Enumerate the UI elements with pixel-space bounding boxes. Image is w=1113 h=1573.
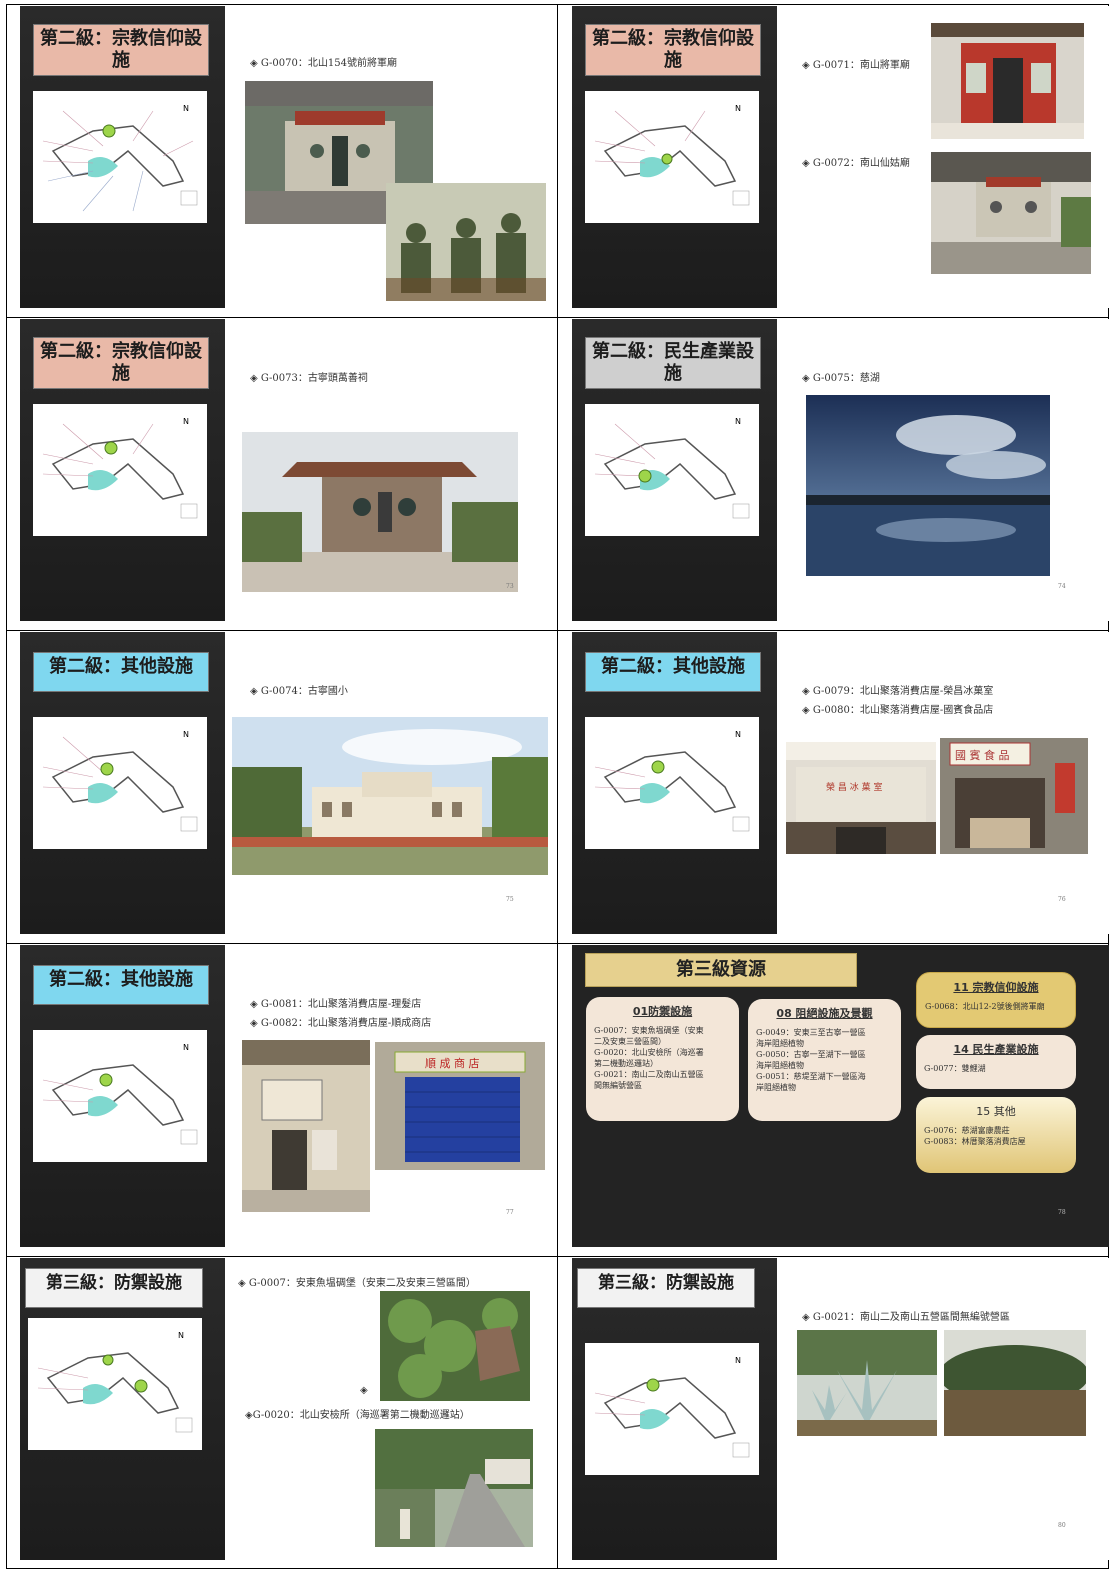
slide-8-summary: 第三級資源 01防禦設施 G-0007：安東魚塭碉堡（安東 二及安東三營區間） … bbox=[572, 945, 1109, 1247]
slide-9: 第三級：防禦設施 N ◈ G-0007：安東魚塭碉堡（安東二及安東三營區間） ◈… bbox=[20, 1258, 557, 1560]
slide-6: 第二級：其他設施 N ◈ G-0079：北山聚落消費店屋-榮昌冰菓室 ◈ G-0… bbox=[572, 632, 1109, 934]
card-body: G-0068：北山12-2號後側將軍廟 bbox=[925, 1002, 1045, 1011]
card-title: 08 阻絕設施及景觀 bbox=[776, 1007, 873, 1020]
svg-text:N: N bbox=[183, 104, 189, 113]
slide-5: 第二級：其他設施 N ◈ G-0074：古寧國小 75 bbox=[20, 632, 557, 934]
card-title: 01防禦設施 bbox=[632, 1005, 693, 1018]
caption: ◈ G-0070：北山154號前將軍廟 bbox=[250, 58, 397, 69]
slide-title: 第二級：民生產業設施 bbox=[585, 337, 761, 389]
photo-woods bbox=[944, 1330, 1086, 1436]
slide-2: 第二級：宗教信仰設施 N ◈ G-0071：南山將軍廟 ◈ G-0072：南山仙… bbox=[572, 6, 1109, 308]
photo-road bbox=[375, 1429, 533, 1547]
caption: ◈ G-0080：北山聚落消費店屋-國賓食品店 bbox=[802, 705, 994, 716]
photo-statues bbox=[386, 183, 546, 301]
svg-text:N: N bbox=[183, 1043, 189, 1052]
page-number: 77 bbox=[506, 1209, 514, 1216]
card-other: 15 其他 G-0076：慈湖富康農莊 G-0083：林厝聚落消費店屋 bbox=[916, 1097, 1076, 1173]
slide-title: 第二級：宗教信仰設施 bbox=[33, 337, 209, 389]
photo-lake bbox=[806, 395, 1050, 576]
card-livelihood: 14 民生產業設施 G-0077：雙鯉湖 bbox=[916, 1035, 1076, 1089]
caption: ◈ G-0073：古寧頭萬善祠 bbox=[250, 373, 368, 384]
slide-title: 第二級：宗教信仰設施 bbox=[33, 24, 209, 76]
slide-title: 第三級：防禦設施 bbox=[25, 1268, 203, 1308]
page-number: 75 bbox=[506, 896, 514, 903]
caption: ◈ G-0071：南山將軍廟 bbox=[802, 60, 910, 71]
slide-10: 第三級：防禦設施 N ◈ G-0021：南山二及南山五營區間無編號營區 80 bbox=[572, 1258, 1109, 1560]
location-map: N bbox=[33, 1030, 207, 1162]
page-number: 78 bbox=[1058, 1209, 1066, 1216]
photo-school bbox=[232, 717, 548, 875]
location-map: N bbox=[28, 1318, 202, 1450]
slide-7: 第二級：其他設施 N ◈ G-0081：北山聚落消費店屋-理髮店 ◈ G-008… bbox=[20, 945, 557, 1247]
caption: ◈ G-0007：安東魚塭碉堡（安東二及安東三營區間） bbox=[238, 1278, 476, 1289]
page-number: 73 bbox=[506, 583, 514, 590]
location-map: N bbox=[33, 404, 207, 536]
svg-text:N: N bbox=[178, 1331, 184, 1340]
photo-shop: 國 賓 食 品 bbox=[940, 738, 1088, 854]
card-body: G-0077：雙鯉湖 bbox=[924, 1064, 986, 1073]
photo-barbershop bbox=[242, 1040, 370, 1212]
caption: ◈ bbox=[360, 1385, 368, 1396]
slide-4: 第二級：民生產業設施 N ◈ G-0075：慈湖 74 bbox=[572, 319, 1109, 621]
card-body: G-0007：安東魚塭碉堡（安東 二及安東三營區間） G-0020：北山安檢所（… bbox=[594, 1026, 704, 1090]
location-map: N bbox=[585, 404, 759, 536]
svg-text:N: N bbox=[735, 1356, 741, 1365]
photo-shop: 榮 昌 冰 菓 室 bbox=[786, 742, 936, 854]
page-number: 76 bbox=[1058, 896, 1066, 903]
card-body: G-0076：慈湖富康農莊 G-0083：林厝聚落消費店屋 bbox=[924, 1126, 1026, 1146]
slide-3: 第二級：宗教信仰設施 N ◈ G-0073：古寧頭萬善祠 73 bbox=[20, 319, 557, 621]
svg-text:N: N bbox=[735, 730, 741, 739]
card-title: 14 民生產業設施 bbox=[953, 1043, 1039, 1056]
grid-line-left bbox=[6, 4, 7, 1569]
location-map: N bbox=[33, 91, 207, 223]
location-map: N bbox=[585, 1343, 759, 1475]
caption: ◈ G-0074：古寧國小 bbox=[250, 686, 348, 697]
photo-temple bbox=[931, 23, 1084, 139]
card-religious: 11 宗教信仰設施 G-0068：北山12-2號後側將軍廟 bbox=[916, 972, 1076, 1028]
card-defense: 01防禦設施 G-0007：安東魚塭碉堡（安東 二及安東三營區間） G-0020… bbox=[586, 997, 739, 1121]
photo-bunker bbox=[380, 1291, 530, 1401]
page-number: 74 bbox=[1058, 583, 1066, 590]
location-map: N bbox=[585, 91, 759, 223]
grid-line-middle bbox=[557, 4, 558, 1569]
svg-text:順 成 商 店: 順 成 商 店 bbox=[425, 1056, 480, 1070]
photo-store: 順 成 商 店 bbox=[375, 1042, 545, 1170]
photo-temple bbox=[931, 152, 1091, 274]
card-title: 15 其他 bbox=[976, 1105, 1016, 1118]
card-barrier: 08 阻絕設施及景觀 G-0049：安東三至古寧一營區 海岸阻絕植物 G-005… bbox=[748, 999, 901, 1121]
caption: ◈ G-0081：北山聚落消費店屋-理髮店 bbox=[250, 999, 422, 1010]
svg-text:N: N bbox=[735, 104, 741, 113]
svg-text:N: N bbox=[183, 730, 189, 739]
svg-text:榮 昌 冰 菓 室: 榮 昌 冰 菓 室 bbox=[826, 781, 882, 793]
svg-text:國 賓 食 品: 國 賓 食 品 bbox=[955, 748, 1010, 762]
photo-agave bbox=[797, 1330, 937, 1436]
caption: ◈G-0020：北山安檢所（海巡署第二機動巡邏站） bbox=[245, 1410, 470, 1421]
location-map: N bbox=[585, 717, 759, 849]
svg-text:N: N bbox=[735, 417, 741, 426]
card-body: G-0049：安東三至古寧一營區 海岸阻絕植物 G-0050：古寧一至湖下一營區… bbox=[756, 1028, 866, 1092]
caption: ◈ G-0082：北山聚落消費店屋-順成商店 bbox=[250, 1018, 432, 1029]
photo-shrine bbox=[242, 432, 518, 592]
slide-title: 第三級：防禦設施 bbox=[577, 1268, 755, 1308]
caption: ◈ G-0072：南山仙姑廟 bbox=[802, 158, 910, 169]
slide-title: 第二級：其他設施 bbox=[33, 652, 209, 692]
card-title: 11 宗教信仰設施 bbox=[953, 981, 1039, 994]
caption: ◈ G-0075：慈湖 bbox=[802, 373, 880, 384]
slide-1: 第二級：宗教信仰設施 N ◈ G-0070：北山154號前將軍廟 bbox=[20, 6, 557, 308]
location-map: N bbox=[33, 717, 207, 849]
summary-header: 第三級資源 bbox=[585, 953, 857, 987]
caption: ◈ G-0079：北山聚落消費店屋-榮昌冰菓室 bbox=[802, 686, 994, 697]
page-number: 80 bbox=[1058, 1522, 1066, 1529]
svg-text:N: N bbox=[183, 417, 189, 426]
slide-title: 第二級：宗教信仰設施 bbox=[585, 24, 761, 76]
slide-title: 第二級：其他設施 bbox=[33, 965, 209, 1005]
caption: ◈ G-0021：南山二及南山五營區間無編號營區 bbox=[802, 1312, 1010, 1323]
slide-title: 第二級：其他設施 bbox=[585, 652, 761, 692]
